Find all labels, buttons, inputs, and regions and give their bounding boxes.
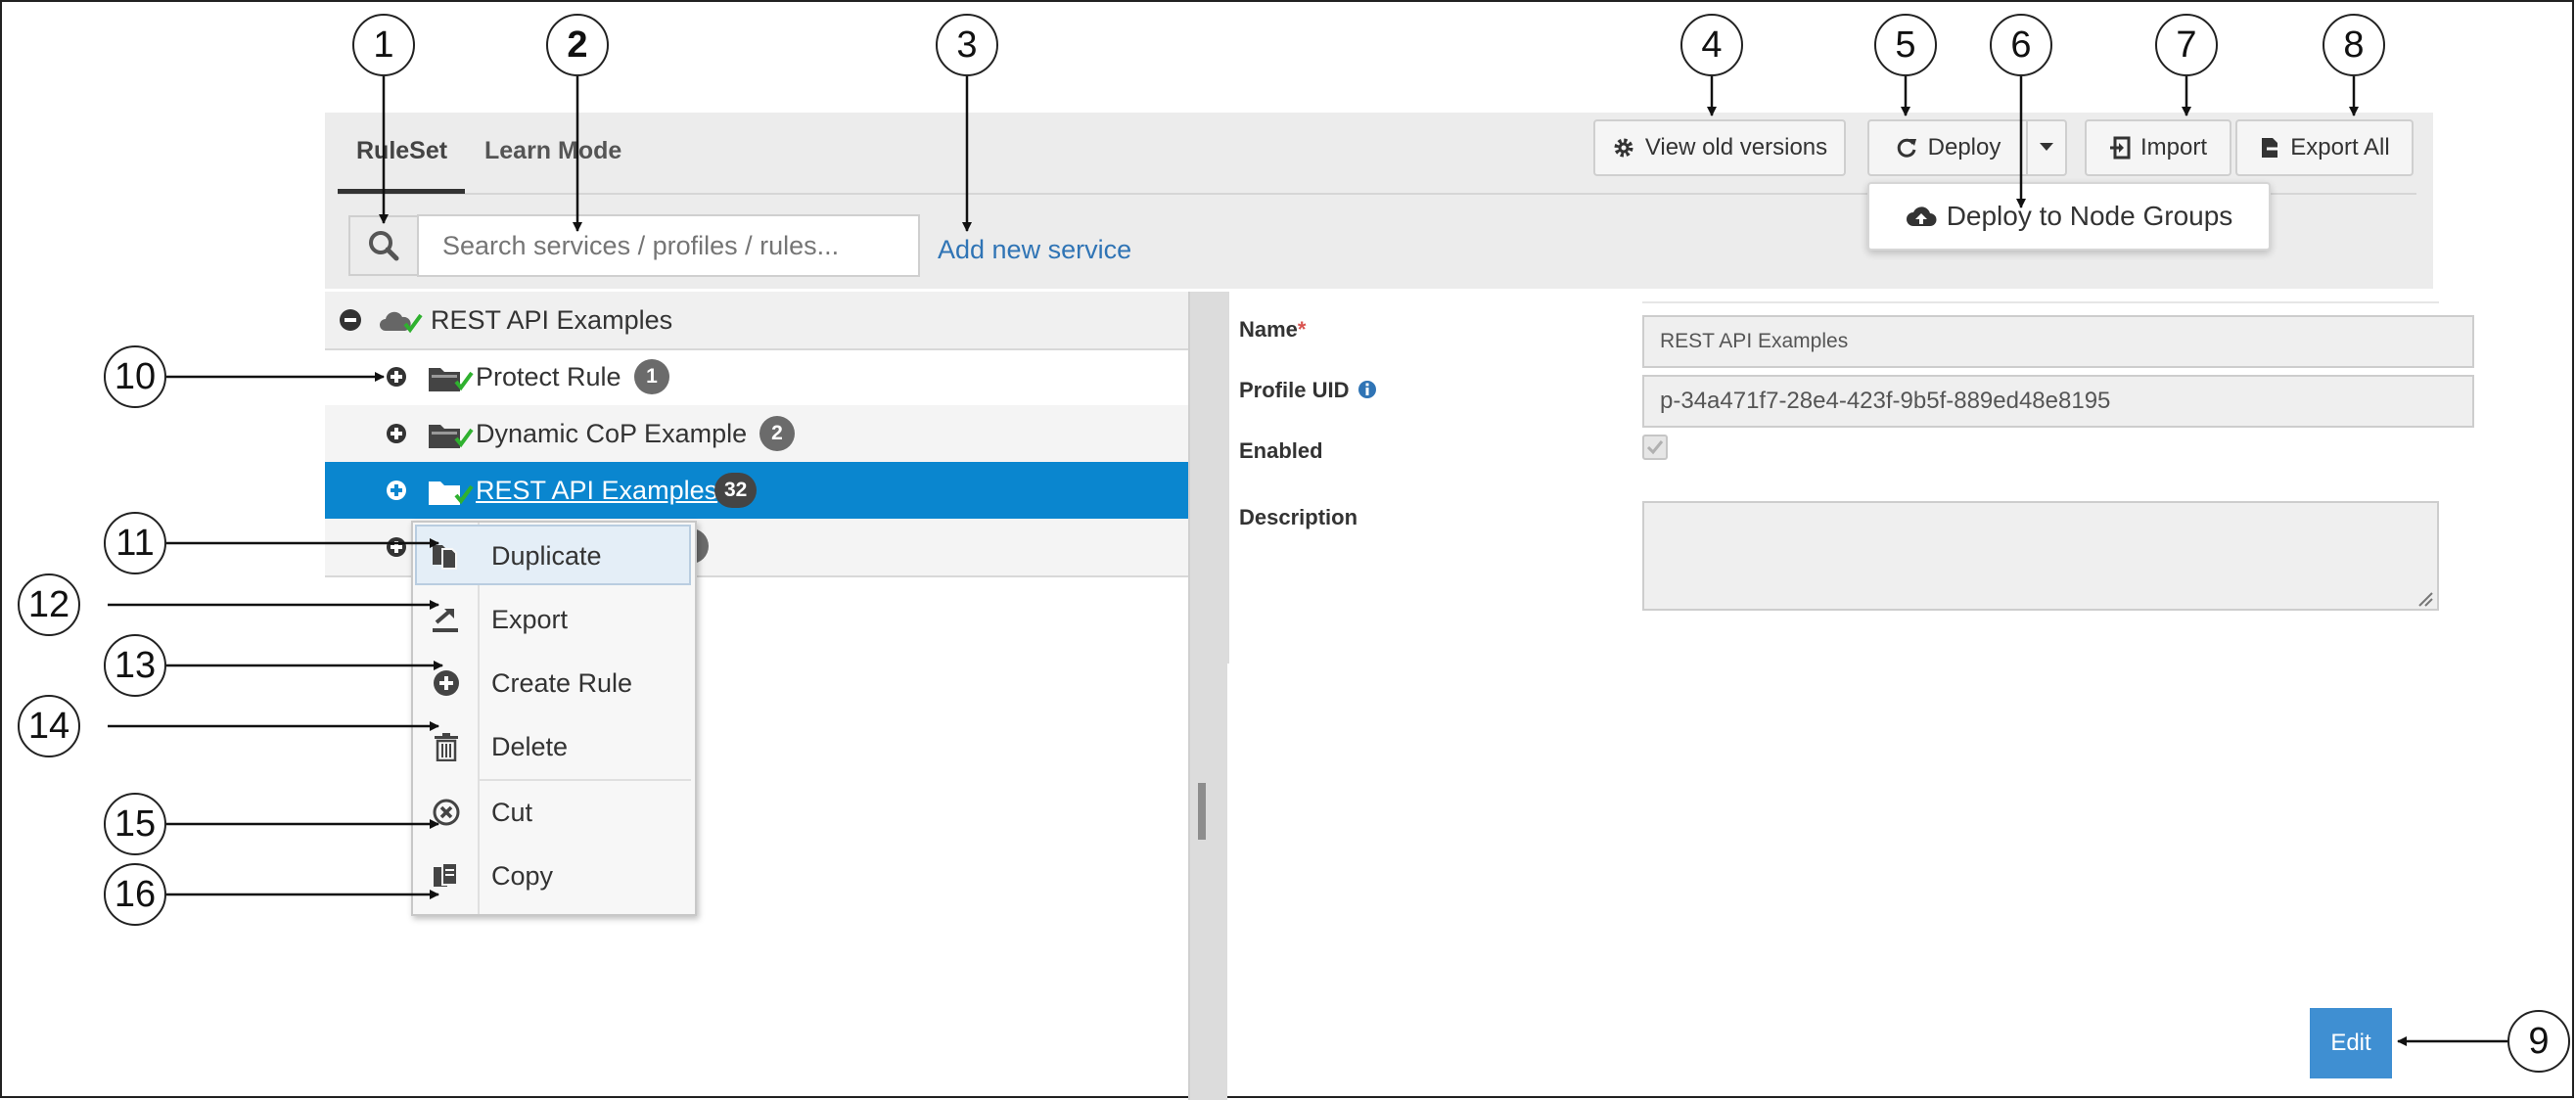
callout-13: 13 — [104, 634, 166, 697]
callout-14: 14 — [18, 695, 80, 757]
callout-2: 2 — [546, 14, 609, 76]
callout-7: 7 — [2155, 14, 2218, 76]
callout-6: 6 — [1990, 14, 2052, 76]
callout-3: 3 — [936, 14, 998, 76]
callout-9: 9 — [2507, 1010, 2570, 1073]
callout-15: 15 — [104, 793, 166, 855]
callout-8: 8 — [2323, 14, 2385, 76]
callout-4: 4 — [1680, 14, 1743, 76]
callout-arrows — [108, 76, 2509, 1046]
callout-1: 1 — [352, 14, 415, 76]
callout-11: 11 — [104, 512, 166, 574]
callout-10: 10 — [104, 345, 166, 408]
callout-5: 5 — [1874, 14, 1937, 76]
callout-12: 12 — [18, 573, 80, 636]
callout-16: 16 — [104, 863, 166, 926]
